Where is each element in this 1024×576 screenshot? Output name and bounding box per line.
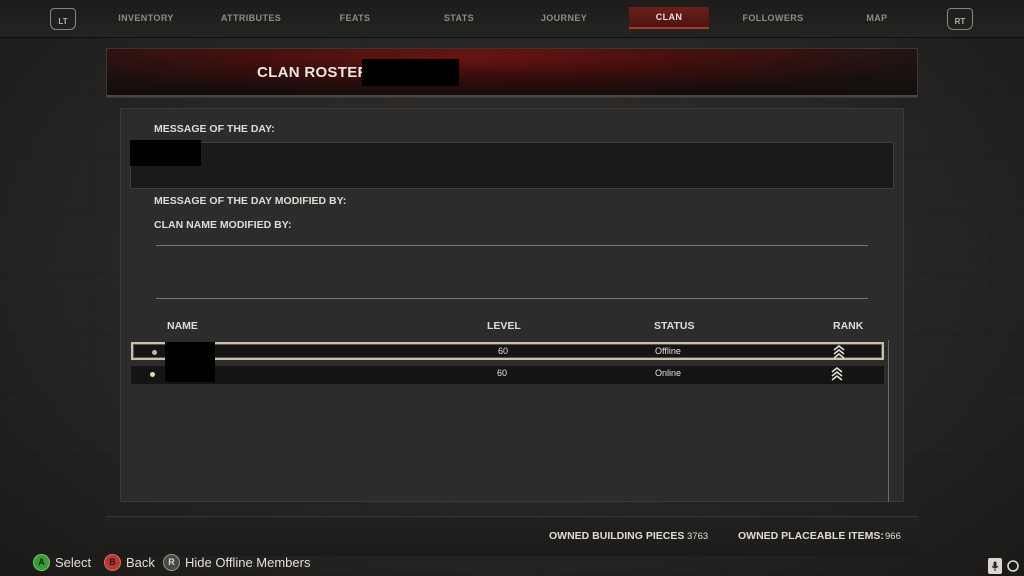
column-header-rank[interactable]: RANK	[833, 320, 863, 332]
column-header-status[interactable]: STATUS	[654, 320, 694, 332]
tab-feats[interactable]: FEATS	[315, 7, 395, 29]
tab-clan[interactable]: CLAN	[629, 7, 709, 29]
online-status-dot-icon	[150, 372, 155, 377]
tab-followers[interactable]: FOLLOWERS	[733, 7, 813, 29]
hide-offline-hint[interactable]: R Hide Offline Members	[163, 553, 310, 571]
motd-modified-by-label: MESSAGE OF THE DAY MODIFIED BY:	[154, 195, 347, 207]
page-title: CLAN ROSTER	[257, 64, 369, 81]
header-banner: CLAN ROSTER	[106, 48, 918, 98]
sync-icon	[1006, 558, 1020, 574]
column-header-level[interactable]: LEVEL	[487, 320, 521, 332]
building-pieces-value: 3763	[687, 531, 709, 542]
lt-bumper-icon[interactable]: LT	[50, 8, 76, 30]
tab-attributes[interactable]: ATTRIBUTES	[211, 7, 291, 29]
redacted-member-names	[165, 342, 215, 382]
placeable-items-value: 966	[885, 531, 901, 542]
rt-bumper-icon[interactable]: RT	[947, 8, 973, 30]
redacted-motd	[130, 140, 201, 166]
building-pieces-label: OWNED BUILDING PIECES	[549, 530, 685, 542]
motd-text-box[interactable]	[130, 142, 894, 189]
select-hint-label: Select	[55, 554, 92, 570]
b-button-icon: B	[104, 553, 121, 571]
hide-offline-hint-label: Hide Offline Members	[185, 554, 311, 570]
table-row[interactable]: 60 Offline	[131, 342, 884, 360]
tab-stats[interactable]: STATS	[419, 7, 499, 29]
a-button-icon: A	[33, 553, 50, 571]
member-level: 60	[497, 368, 508, 378]
select-hint[interactable]: A Select	[33, 553, 91, 571]
top-nav-bar: LT INVENTORY ATTRIBUTES FEATS STATS JOUR…	[0, 0, 1024, 38]
rank-chevrons-icon	[833, 345, 845, 359]
tab-journey[interactable]: JOURNEY	[524, 7, 604, 29]
redacted-clan-name	[362, 59, 459, 86]
back-hint[interactable]: B Back	[104, 553, 155, 571]
member-status: Offline	[655, 346, 681, 356]
back-hint-label: Back	[126, 554, 155, 570]
placeable-items-label: OWNED PLACEABLE ITEMS:	[738, 530, 884, 542]
rank-chevrons-icon	[831, 367, 843, 381]
divider	[156, 245, 868, 246]
column-header-name[interactable]: NAME	[167, 320, 198, 332]
table-row[interactable]: 60 Online	[131, 366, 884, 384]
microphone-icon	[988, 558, 1002, 574]
roster-scrollbar[interactable]	[888, 340, 889, 502]
motd-label: MESSAGE OF THE DAY:	[154, 123, 275, 135]
divider	[156, 298, 868, 299]
tab-map[interactable]: MAP	[837, 7, 917, 29]
r-stick-button-icon: R	[163, 553, 180, 571]
member-level: 60	[498, 346, 509, 356]
clan-name-modified-by-label: CLAN NAME MODIFIED BY:	[154, 219, 292, 231]
offline-status-dot-icon	[152, 350, 157, 355]
member-status: Online	[655, 368, 682, 378]
tab-inventory[interactable]: INVENTORY	[106, 7, 186, 29]
